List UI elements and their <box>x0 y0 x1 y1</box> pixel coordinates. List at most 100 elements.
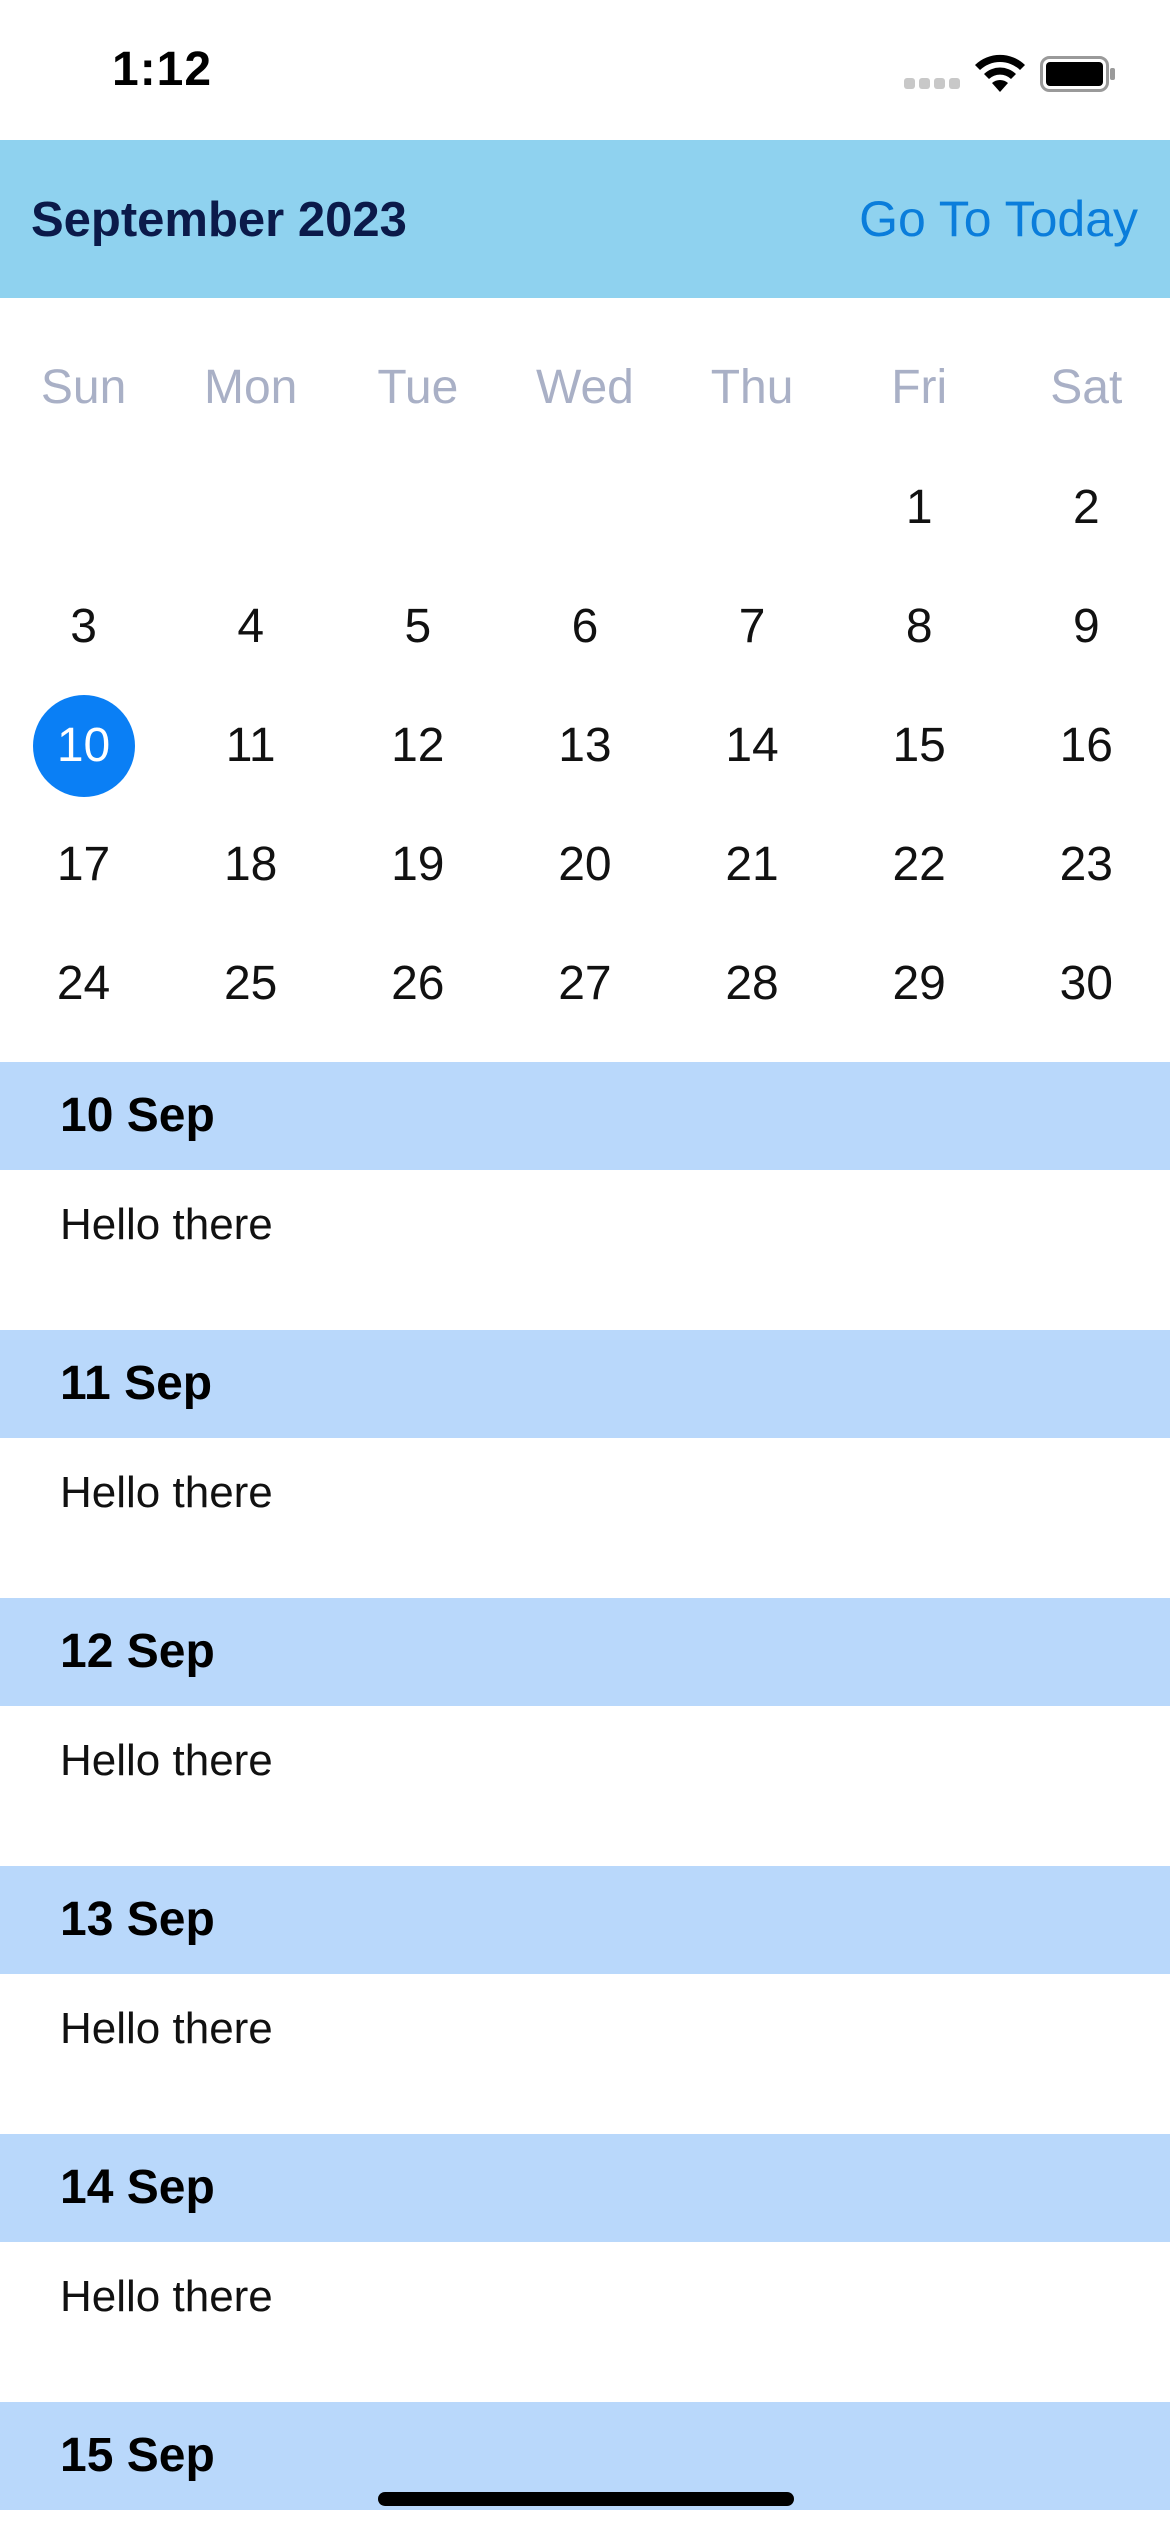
agenda-item-title: Hello there <box>60 2272 273 2321</box>
day-cell[interactable]: 1 <box>836 448 1003 567</box>
day-cell[interactable]: 13 <box>501 686 668 805</box>
day-number: 28 <box>725 957 779 1010</box>
day-cell[interactable]: 14 <box>669 686 836 805</box>
day-number: 2 <box>1072 481 1100 534</box>
day-cell[interactable]: 18 <box>167 805 334 924</box>
agenda-item-title: Hello there <box>60 2004 273 2053</box>
day-number: 27 <box>558 957 612 1010</box>
agenda-item[interactable]: Hello there <box>0 2242 1170 2402</box>
day-number: 4 <box>237 600 265 653</box>
agenda-date-header: 14 Sep <box>0 2134 1170 2242</box>
day-cell[interactable]: 19 <box>334 805 501 924</box>
day-cell[interactable]: 6 <box>501 567 668 686</box>
agenda-item[interactable]: Hello there <box>0 1706 1170 1866</box>
agenda-item[interactable]: Hello there <box>0 1974 1170 2134</box>
selected-day-cell[interactable]: 10 <box>0 686 167 805</box>
day-cell[interactable]: 7 <box>669 567 836 686</box>
day-cell[interactable]: 5 <box>334 567 501 686</box>
day-number: 14 <box>725 719 779 772</box>
agenda-item-title: Hello there <box>60 1200 273 1249</box>
day-number: 13 <box>558 719 612 772</box>
agenda-item-title: Hello there <box>60 1468 273 1517</box>
day-number: 12 <box>391 719 445 772</box>
day-number: 17 <box>56 838 111 891</box>
day-cell[interactable]: 17 <box>0 805 167 924</box>
day-number: 21 <box>725 838 779 891</box>
month-calendar: Sun Mon Tue Wed Thu Fri Sat 1 2 3 4 5 6 7 8 9 10 11 12 13 1… <box>0 298 1170 1062</box>
day-number: 26 <box>391 957 445 1010</box>
battery-icon <box>1040 56 1115 92</box>
day-cell[interactable]: 8 <box>836 567 1003 686</box>
status-time: 1:12 <box>112 43 213 96</box>
calendar-header: September 2023 Go To Today <box>0 140 1170 298</box>
empty-day-cell <box>501 448 668 567</box>
day-cell[interactable]: 22 <box>836 805 1003 924</box>
day-cell[interactable]: 23 <box>1003 805 1170 924</box>
day-cell[interactable]: 11 <box>167 686 334 805</box>
agenda-date-label: 11 Sep <box>60 1357 213 1410</box>
day-number: 24 <box>56 957 111 1010</box>
day-cell[interactable]: 27 <box>501 924 668 1043</box>
day-cell[interactable]: 24 <box>0 924 167 1043</box>
day-cell[interactable]: 30 <box>1003 924 1170 1043</box>
agenda-date-label: 13 Sep <box>60 1893 215 1946</box>
empty-day-cell <box>167 448 334 567</box>
day-cell[interactable]: 15 <box>836 686 1003 805</box>
agenda-item[interactable]: Hello there <box>0 1170 1170 1330</box>
day-number: 25 <box>223 957 278 1010</box>
weekday-label: Sat <box>1050 361 1123 414</box>
day-cell[interactable]: 16 <box>1003 686 1170 805</box>
go-to-today-button[interactable]: Go To Today <box>859 190 1138 248</box>
status-bar: 1:12 <box>0 0 1170 140</box>
empty-day-cell <box>334 448 501 567</box>
day-cell[interactable]: 21 <box>669 805 836 924</box>
agenda-date-label: 14 Sep <box>60 2161 215 2214</box>
day-number: 30 <box>1059 957 1113 1010</box>
day-number: 3 <box>70 600 97 653</box>
cellular-signal-icon <box>904 78 960 92</box>
day-number: 8 <box>905 600 933 653</box>
day-cell[interactable]: 26 <box>334 924 501 1043</box>
empty-day-cell <box>669 448 836 567</box>
day-cell[interactable]: 3 <box>0 567 167 686</box>
days-grid: 1 2 3 4 5 6 7 8 9 10 11 12 13 14 15 16 17 18 19 20 21 22 23 24 2… <box>0 448 1170 1043</box>
day-cell[interactable]: 25 <box>167 924 334 1043</box>
agenda-date-label: 15 Sep <box>60 2429 215 2482</box>
day-number: 23 <box>1059 838 1113 891</box>
day-number: 18 <box>223 838 278 891</box>
day-number: 7 <box>738 600 766 653</box>
day-cell[interactable]: 29 <box>836 924 1003 1043</box>
weekday-label: Fri <box>891 361 948 414</box>
day-cell[interactable]: 12 <box>334 686 501 805</box>
day-number: 15 <box>892 719 946 772</box>
weekday-row: Sun Mon Tue Wed Thu Fri Sat <box>0 358 1170 418</box>
day-cell[interactable]: 28 <box>669 924 836 1043</box>
day-cell[interactable]: 2 <box>1003 448 1170 567</box>
agenda-date-header: 10 Sep <box>0 1062 1170 1170</box>
day-number: 29 <box>892 957 946 1010</box>
day-number: 20 <box>558 838 612 891</box>
day-number: 9 <box>1072 600 1100 653</box>
empty-day-cell <box>0 448 167 567</box>
weekday-label: Mon <box>204 361 298 414</box>
day-number: 6 <box>571 600 599 653</box>
day-number: 16 <box>1059 719 1113 772</box>
day-number: 10 <box>56 719 111 772</box>
day-cell[interactable]: 9 <box>1003 567 1170 686</box>
weekday-label: Sun <box>40 361 127 414</box>
day-number: 11 <box>225 719 276 772</box>
agenda-list: 10 Sep Hello there 11 Sep Hello there 12 Sep… <box>0 1062 1170 2510</box>
agenda-date-label: 10 Sep <box>60 1089 215 1142</box>
agenda-item-title: Hello there <box>60 1736 273 1785</box>
day-number: 1 <box>905 481 933 534</box>
agenda-item[interactable]: Hello there <box>0 1438 1170 1598</box>
day-cell[interactable]: 20 <box>501 805 668 924</box>
weekday-label: Wed <box>536 361 634 414</box>
home-indicator <box>378 2492 794 2506</box>
day-cell[interactable]: 4 <box>167 567 334 686</box>
day-number: 19 <box>391 838 445 891</box>
agenda-date-label: 12 Sep <box>60 1625 215 1678</box>
agenda-date-header: 11 Sep <box>0 1330 1170 1438</box>
wifi-icon <box>975 54 1025 92</box>
day-number: 5 <box>404 600 432 653</box>
